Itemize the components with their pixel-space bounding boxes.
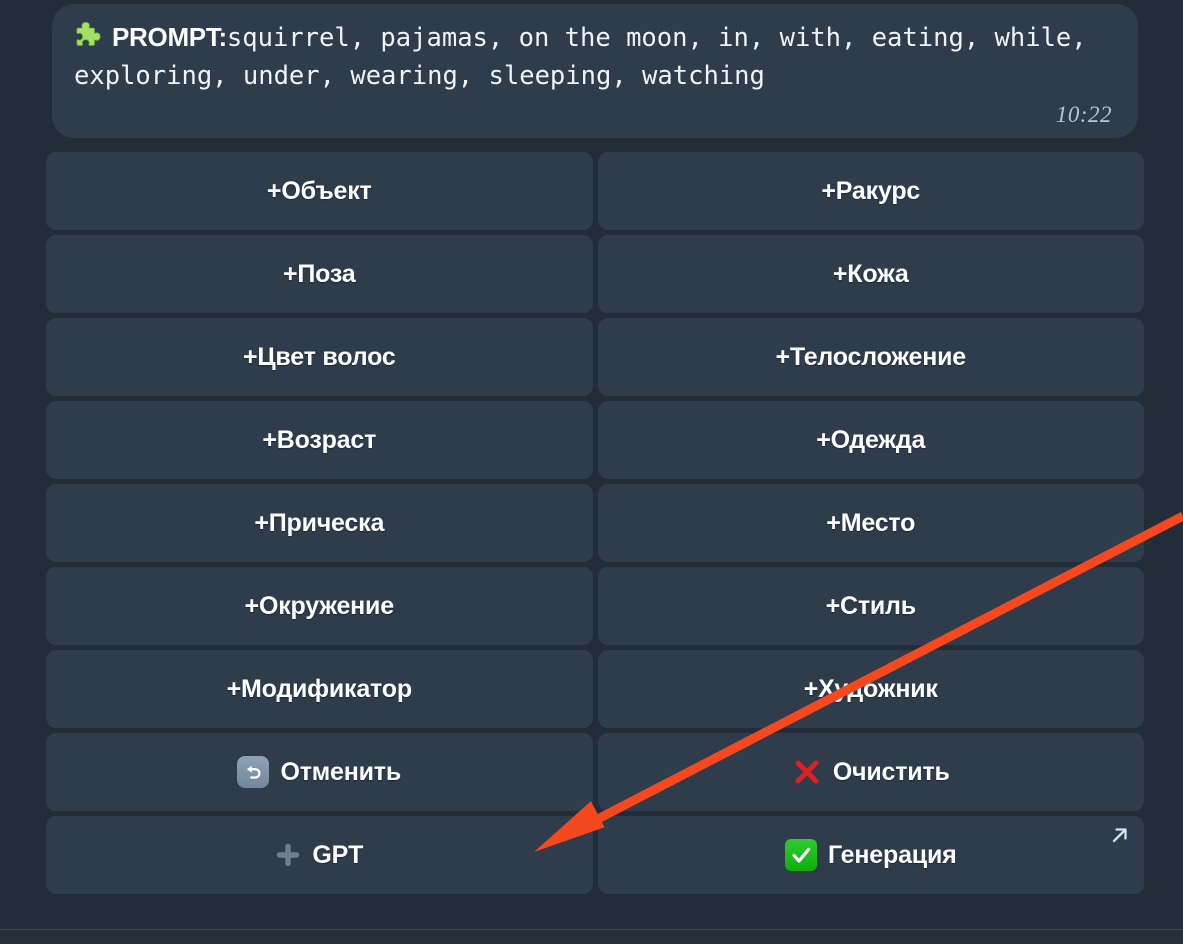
keyboard-row: +Возраст +Одежда (46, 401, 1144, 479)
prompt-timestamp: 10:22 (1055, 102, 1112, 127)
key-button-label: Генерация (827, 840, 957, 869)
green-check-icon (784, 839, 817, 871)
key-button-label: +Ракурс (821, 176, 921, 205)
keyboard-row: +Цвет волос +Телосложение (46, 318, 1144, 396)
key-button-кожа[interactable]: +Кожа (597, 235, 1144, 313)
key-button-gpt[interactable]: GPT (46, 816, 593, 894)
app-root: PROMPT:squirrel, pajamas, on the moon, i… (0, 0, 1183, 944)
puzzle-piece-icon (74, 20, 104, 50)
key-button-окружение[interactable]: +Окружение (46, 567, 593, 645)
key-button-возраст[interactable]: +Возраст (46, 401, 593, 479)
key-button-поза[interactable]: +Поза (46, 235, 593, 313)
key-button-label: +Цвет волос (242, 342, 396, 371)
keyboard-row: Отменить Очистить (46, 733, 1144, 811)
key-button-label: +Одежда (816, 425, 926, 454)
key-button-label: +Стиль (825, 591, 917, 620)
key-button-label: +Художник (803, 674, 938, 703)
key-button-модификатор[interactable]: +Модификатор (46, 650, 593, 728)
bottom-strip (0, 930, 1183, 944)
keyboard-row: +Прическа +Место (46, 484, 1144, 562)
key-button-очистить[interactable]: Очистить (597, 733, 1144, 811)
keyboard-row: +Окружение +Стиль (46, 567, 1144, 645)
prompt-builder-keyboard: +Объект +Ракурс +Поза +Кожа +Цвет волос +Тело… (46, 152, 1144, 899)
red-cross-icon (792, 757, 822, 787)
key-button-ракурс[interactable]: +Ракурс (597, 152, 1144, 230)
prompt-bubble[interactable]: PROMPT:squirrel, pajamas, on the moon, i… (52, 4, 1138, 138)
key-button-художник[interactable]: +Художник (597, 650, 1144, 728)
key-button-label: +Поза (282, 259, 356, 288)
keyboard-row: +Объект +Ракурс (46, 152, 1144, 230)
keyboard-row: GPT Генерация (46, 816, 1144, 894)
keyboard-row: +Модификатор +Художник (46, 650, 1144, 728)
key-button-прическа[interactable]: +Прическа (46, 484, 593, 562)
undo-icon (237, 756, 270, 788)
prompt-text-block: PROMPT:squirrel, pajamas, on the moon, i… (74, 18, 1116, 95)
key-button-отменить[interactable]: Отменить (46, 733, 593, 811)
key-button-label: +Объект (266, 176, 372, 205)
key-button-цвет-волос[interactable]: +Цвет волос (46, 318, 593, 396)
key-button-label: +Модификатор (226, 674, 413, 703)
key-button-объект[interactable]: +Объект (46, 152, 593, 230)
key-button-генерация[interactable]: Генерация (597, 816, 1144, 894)
key-button-label: +Прическа (254, 508, 385, 537)
keyboard-row: +Поза +Кожа (46, 235, 1144, 313)
key-button-label: +Место (826, 508, 916, 537)
key-button-label: Очистить (832, 757, 950, 786)
key-button-label: +Телосложение (775, 342, 967, 371)
gray-plus-icon (275, 842, 301, 868)
key-button-место[interactable]: +Место (597, 484, 1144, 562)
key-button-стиль[interactable]: +Стиль (597, 567, 1144, 645)
key-button-одежда[interactable]: +Одежда (597, 401, 1144, 479)
key-button-label: +Окружение (244, 591, 395, 620)
open-external-arrow-icon[interactable] (1108, 823, 1132, 847)
key-button-label: GPT (312, 840, 364, 869)
key-button-label: Отменить (280, 757, 402, 786)
prompt-label: PROMPT: (112, 22, 227, 52)
key-button-телосложение[interactable]: +Телосложение (597, 318, 1144, 396)
key-button-label: +Кожа (832, 259, 909, 288)
key-button-label: +Возраст (262, 425, 377, 454)
